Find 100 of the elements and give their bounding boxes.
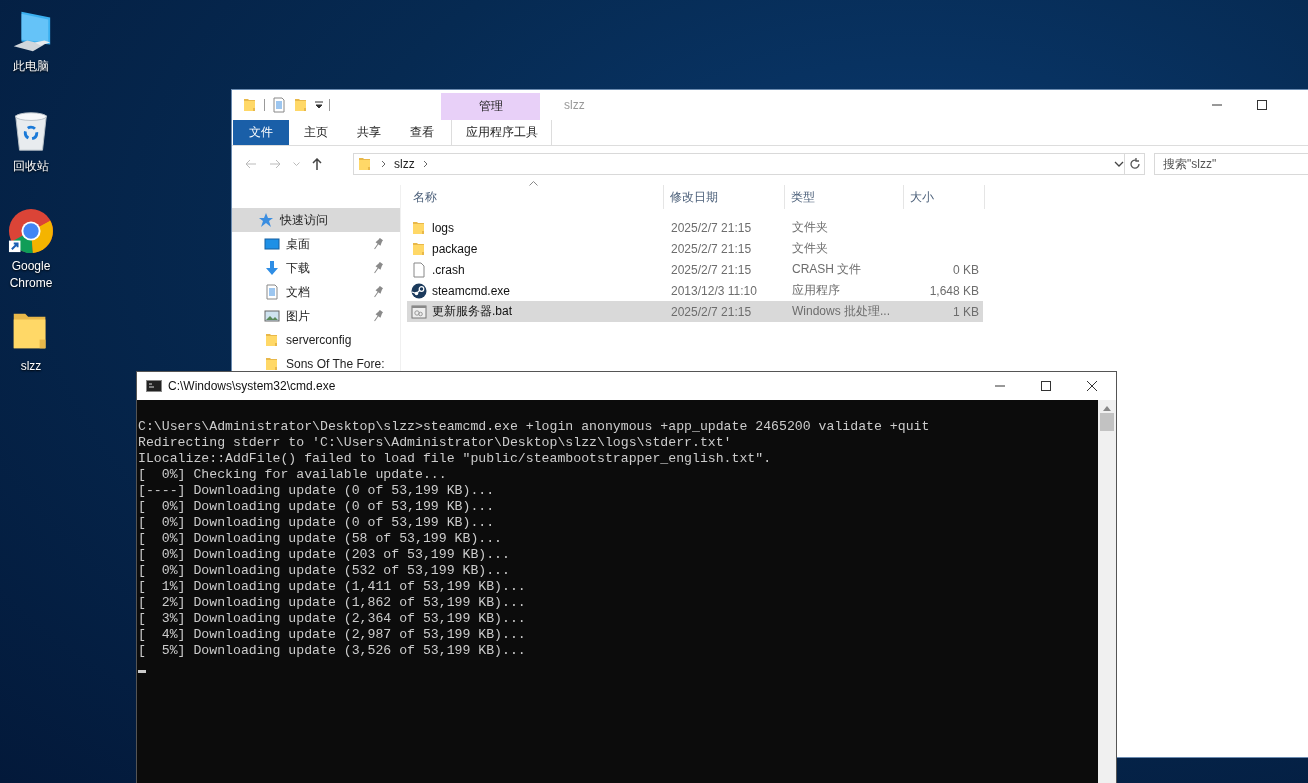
type-cell: Windows 批处理... [792, 304, 890, 318]
pin-icon[interactable] [373, 310, 383, 322]
nav-item-label: 桌面 [286, 235, 310, 253]
file-row[interactable]: logs 2025/2/7 21:15 文件夹 [407, 217, 983, 238]
nav-item[interactable]: Sons Of The Fore: [232, 352, 400, 376]
nav-item[interactable]: serverconfig [232, 328, 400, 352]
console-line: [ 0%] Downloading update (58 of 53,199 KB)... [138, 531, 503, 546]
ribbon-tab[interactable]: 主页 [289, 120, 342, 145]
scrollbar[interactable] [1098, 400, 1116, 783]
console-line: [ 0%] Downloading update (532 of 53,199 KB)... [138, 563, 510, 578]
type-cell: 文件夹 [792, 220, 828, 234]
forward-arrow-icon[interactable] [269, 159, 281, 169]
folder-icon [411, 219, 427, 236]
picture-icon [264, 308, 280, 324]
search-field[interactable]: 搜索"slzz" [1154, 153, 1308, 175]
refresh-button[interactable] [1125, 153, 1145, 175]
console-line: [ 4%] Downloading update (2,987 of 53,199 KB)... [138, 627, 526, 642]
type-cell: 文件夹 [792, 241, 828, 255]
file-name: logs [432, 220, 454, 235]
file-row[interactable]: package 2025/2/7 21:15 文件夹 [407, 238, 983, 259]
window-title: slzz [564, 98, 585, 112]
nav-item[interactable]: 图片 [232, 304, 400, 328]
column-header[interactable]: 类型 [785, 185, 904, 209]
up-arrow-icon[interactable] [312, 158, 322, 170]
chrome-icon [8, 208, 54, 254]
console-line: [ 1%] Downloading update (1,411 of 53,199 KB)... [138, 579, 526, 594]
size-cell: 1 KB [953, 304, 979, 319]
nav-item-label: Sons Of The Fore: [286, 357, 385, 371]
batch-file-icon [411, 303, 427, 320]
file-name: 更新服务器.bat [432, 303, 512, 320]
file-name: package [432, 241, 478, 256]
scroll-up-icon[interactable] [1103, 406, 1111, 411]
console-line: [ 2%] Downloading update (1,862 of 53,199 KB)... [138, 595, 526, 610]
ribbon-tab[interactable]: 应用程序工具 [451, 120, 552, 145]
column-header[interactable]: 修改日期 [664, 185, 785, 209]
ribbon-tab[interactable]: 文件 [233, 120, 289, 145]
pin-icon[interactable] [373, 262, 383, 274]
date-cell: 2013/12/3 11:10 [671, 283, 757, 298]
nav-item[interactable]: 快速访问 [232, 208, 400, 232]
contextual-tab-header: 管理 [441, 93, 540, 120]
file-row[interactable]: .crash 2025/2/7 21:15 CRASH 文件 0 KB [407, 259, 983, 280]
properties-icon [271, 97, 287, 113]
dropdown-caret-icon[interactable] [1114, 161, 1124, 167]
size-cell: 1,648 KB [929, 283, 979, 298]
date-cell: 2025/2/7 21:15 [671, 262, 752, 277]
ribbon-tab[interactable]: 共享 [342, 120, 395, 145]
folder-icon [357, 156, 373, 172]
chevron-icon[interactable] [422, 160, 428, 168]
console-line: [----] Downloading update (0 of 53,199 KB)... [138, 483, 495, 498]
type-cell: 应用程序 [792, 283, 840, 297]
new-folder-icon [293, 97, 309, 113]
desktop-icon-label[interactable]: 此电脑 [1, 58, 61, 75]
nav-item[interactable]: 桌面 [232, 232, 400, 256]
folder-icon [264, 332, 280, 348]
size-cell: 0 KB [953, 262, 979, 277]
pin-icon[interactable] [373, 238, 383, 250]
console-line: [ 0%] Checking for available update... [138, 467, 447, 482]
ribbon-tab[interactable]: 查看 [395, 120, 448, 145]
maximize-icon[interactable] [1256, 99, 1268, 111]
folder-icon [264, 356, 280, 372]
desktop-icon-label[interactable]: 回收站 [1, 158, 61, 175]
file-name: steamcmd.exe [432, 283, 511, 298]
maximize-icon[interactable] [1040, 380, 1052, 392]
nav-item[interactable]: 文档 [232, 280, 400, 304]
scrollbar-thumb[interactable] [1100, 413, 1114, 431]
nav-item[interactable]: 下载 [232, 256, 400, 280]
file-row[interactable]: steamcmd.exe 2013/12/3 11:10 应用程序 1,648 KB [407, 280, 983, 301]
desktop-icon [264, 236, 280, 252]
date-cell: 2025/2/7 21:15 [671, 220, 752, 235]
file-row[interactable]: 更新服务器.bat 2025/2/7 21:15 Windows 批处理... 1 KB [407, 301, 983, 322]
nav-item-label: 快速访问 [280, 211, 328, 229]
nav-item-label: 下载 [286, 259, 310, 277]
dropdown-caret-icon[interactable] [315, 101, 323, 109]
back-arrow-icon[interactable] [245, 159, 257, 169]
breadcrumb-item[interactable]: slzz [394, 157, 415, 171]
recent-caret-icon[interactable] [293, 161, 300, 167]
file-name: .crash [432, 262, 465, 277]
date-cell: 2025/2/7 21:15 [671, 241, 752, 256]
date-cell: 2025/2/7 21:15 [671, 304, 752, 319]
file-icon [411, 261, 427, 278]
console-line: [ 0%] Downloading update (0 of 53,199 KB)... [138, 515, 495, 530]
window-title: C:\Windows\system32\cmd.exe [168, 379, 336, 393]
star-icon [258, 212, 274, 228]
folder-icon [411, 240, 427, 257]
document-icon [264, 284, 280, 300]
chevron-icon[interactable] [381, 160, 386, 168]
console-line: [ 5%] Downloading update (3,526 of 53,199 KB)... [138, 643, 526, 658]
close-icon[interactable] [1086, 380, 1098, 392]
column-header[interactable]: 名称 [407, 185, 664, 209]
console-line: [ 0%] Downloading update (203 of 53,199 KB)... [138, 547, 510, 562]
column-header[interactable]: 大小 [904, 185, 985, 209]
download-arrow-icon [264, 260, 280, 276]
type-cell: CRASH 文件 [792, 262, 862, 276]
address-bar[interactable]: slzz [353, 153, 1125, 175]
steam-icon [411, 282, 427, 299]
console-icon [146, 380, 162, 392]
desktop-icon-label[interactable]: Google Chrome [1, 258, 61, 292]
desktop-icon-label[interactable]: slzz [1, 358, 61, 375]
pin-icon[interactable] [373, 286, 383, 298]
nav-item-label: 图片 [286, 307, 310, 325]
